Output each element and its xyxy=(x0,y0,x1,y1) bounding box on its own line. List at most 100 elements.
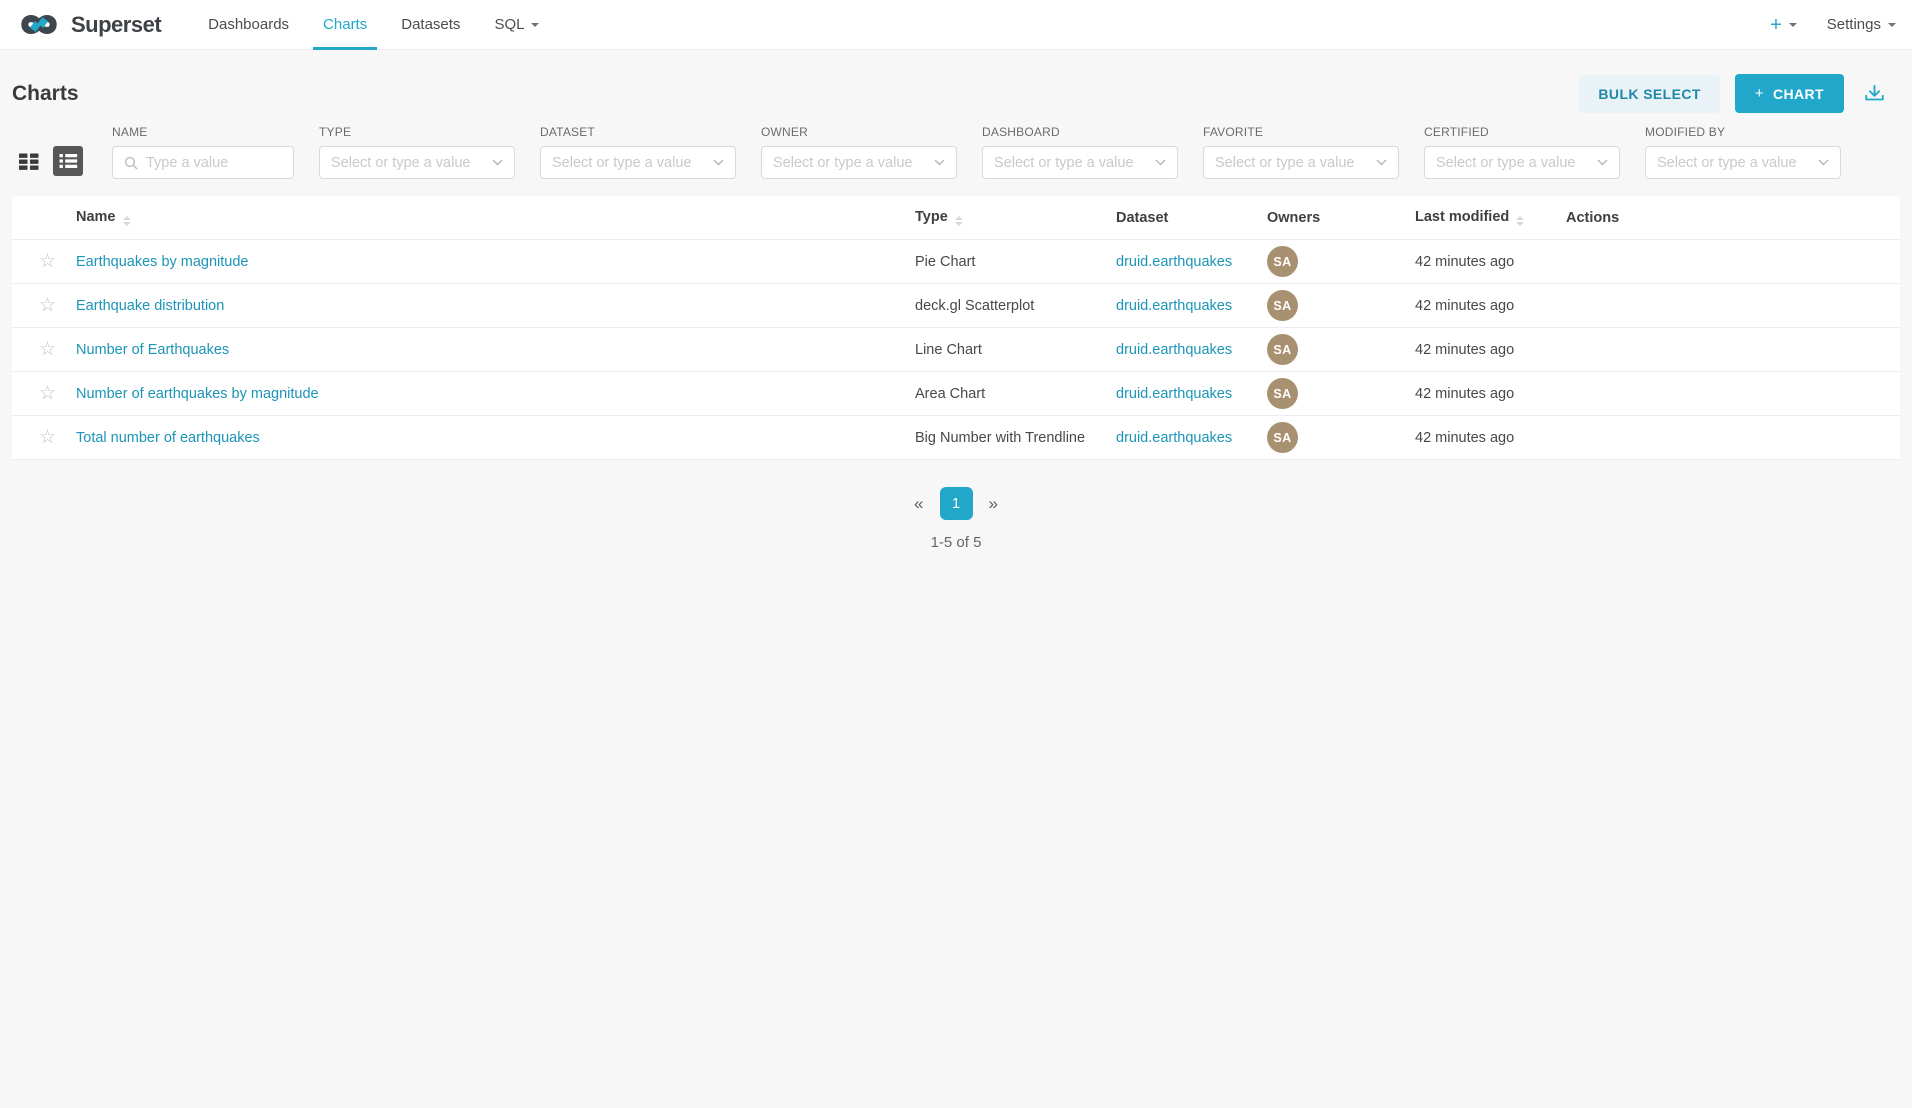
nav-item-sql[interactable]: SQL xyxy=(477,0,556,49)
previous-page-button[interactable]: « xyxy=(914,494,923,514)
chart-type-cell: Big Number with Trendline xyxy=(915,430,1116,446)
certified-filter-select[interactable]: Select or type a value xyxy=(1424,146,1620,179)
table-row: Number of earthquakes by magnitude Area … xyxy=(12,372,1900,416)
chart-name-link[interactable]: Earthquakes by magnitude xyxy=(76,254,249,270)
chevron-down-icon xyxy=(1155,159,1166,166)
filter-certified: CERTIFIED Select or type a value xyxy=(1424,125,1620,179)
chart-name-link[interactable]: Number of Earthquakes xyxy=(76,342,229,358)
owner-avatar: SA xyxy=(1267,422,1298,453)
add-chart-button[interactable]: + CHART xyxy=(1735,74,1844,113)
dataset-link[interactable]: druid.earthquakes xyxy=(1116,254,1232,270)
table-row: Number of Earthquakes Line Chart druid.e… xyxy=(12,328,1900,372)
column-header-owners: Owners xyxy=(1267,210,1415,226)
bulk-select-button[interactable]: BULK SELECT xyxy=(1579,75,1719,113)
page-title: Charts xyxy=(12,82,79,106)
owner-avatar: SA xyxy=(1267,334,1298,365)
type-filter-select[interactable]: Select or type a value xyxy=(319,146,515,179)
filter-label: CERTIFIED xyxy=(1424,125,1620,139)
sort-icon xyxy=(1516,216,1524,226)
superset-logo-icon xyxy=(16,8,62,41)
nav-right: + Settings xyxy=(1770,0,1896,49)
chart-name-link[interactable]: Number of earthquakes by magnitude xyxy=(76,386,319,402)
dataset-filter-select[interactable]: Select or type a value xyxy=(540,146,736,179)
header-actions: BULK SELECT + CHART xyxy=(1579,74,1888,113)
page-header: Charts BULK SELECT + CHART xyxy=(0,50,1912,125)
filter-dashboard: DASHBOARD Select or type a value xyxy=(982,125,1178,179)
next-page-button[interactable]: » xyxy=(989,494,998,514)
filter-modified-by: MODIFIED BY Select or type a value xyxy=(1645,125,1841,179)
favorite-filter-select[interactable]: Select or type a value xyxy=(1203,146,1399,179)
nav-menu: Dashboards Charts Datasets SQL xyxy=(191,0,556,49)
star-icon[interactable] xyxy=(39,296,56,315)
column-header-actions: Actions xyxy=(1566,210,1900,226)
filter-owner: OWNER Select or type a value xyxy=(761,125,957,179)
import-charts-button[interactable] xyxy=(1861,81,1888,107)
nav-item-datasets[interactable]: Datasets xyxy=(384,0,477,49)
filter-label: TYPE xyxy=(319,125,515,139)
dataset-link[interactable]: druid.earthquakes xyxy=(1116,342,1232,358)
list-view-toggle[interactable] xyxy=(53,146,83,176)
chart-type-cell: Line Chart xyxy=(915,342,1116,358)
last-modified-cell: 42 minutes ago xyxy=(1415,386,1566,402)
filter-label: NAME xyxy=(112,125,294,139)
download-icon xyxy=(1863,83,1886,105)
column-header-dataset: Dataset xyxy=(1116,210,1267,226)
card-view-toggle[interactable] xyxy=(17,150,40,173)
star-icon[interactable] xyxy=(39,252,56,271)
filter-type: TYPE Select or type a value xyxy=(319,125,515,179)
star-icon[interactable] xyxy=(39,340,56,359)
settings-menu[interactable]: Settings xyxy=(1827,16,1896,33)
last-modified-cell: 42 minutes ago xyxy=(1415,430,1566,446)
column-header-type[interactable]: Type xyxy=(915,209,1116,226)
owner-avatar: SA xyxy=(1267,378,1298,409)
column-header-last-modified[interactable]: Last modified xyxy=(1415,209,1566,226)
owner-avatar: SA xyxy=(1267,246,1298,277)
table-row: Total number of earthquakes Big Number w… xyxy=(12,416,1900,460)
chevron-down-icon xyxy=(1818,159,1829,166)
new-item-menu[interactable]: + xyxy=(1770,15,1797,35)
chevron-down-icon xyxy=(492,159,503,166)
table-header-row: Name Type Dataset Owners Last modified A… xyxy=(12,196,1900,240)
dataset-link[interactable]: druid.earthquakes xyxy=(1116,386,1232,402)
dashboard-filter-select[interactable]: Select or type a value xyxy=(982,146,1178,179)
nav-item-charts[interactable]: Charts xyxy=(306,0,384,49)
charts-table: Name Type Dataset Owners Last modified A… xyxy=(12,196,1900,460)
chevron-down-icon xyxy=(531,23,539,27)
dataset-link[interactable]: druid.earthquakes xyxy=(1116,430,1232,446)
name-filter-box xyxy=(112,146,294,179)
owner-filter-select[interactable]: Select or type a value xyxy=(761,146,957,179)
chevron-down-icon xyxy=(934,159,945,166)
pagination: « 1 » xyxy=(0,487,1912,520)
chart-name-link[interactable]: Total number of earthquakes xyxy=(76,430,260,446)
filter-label: MODIFIED BY xyxy=(1645,125,1841,139)
chevron-down-icon xyxy=(1888,23,1896,27)
column-header-name[interactable]: Name xyxy=(76,209,915,226)
modified-by-filter-select[interactable]: Select or type a value xyxy=(1645,146,1841,179)
star-icon[interactable] xyxy=(39,384,56,403)
sort-icon xyxy=(123,216,131,226)
pagination-summary: 1-5 of 5 xyxy=(0,534,1912,551)
nav-item-dashboards[interactable]: Dashboards xyxy=(191,0,306,49)
name-filter-input[interactable] xyxy=(146,155,282,171)
owner-avatar: SA xyxy=(1267,290,1298,321)
chevron-down-icon xyxy=(1597,159,1608,166)
last-modified-cell: 42 minutes ago xyxy=(1415,298,1566,314)
filter-label: FAVORITE xyxy=(1203,125,1399,139)
plus-icon: + xyxy=(1770,15,1782,35)
last-modified-cell: 42 minutes ago xyxy=(1415,254,1566,270)
chart-name-link[interactable]: Earthquake distribution xyxy=(76,298,224,314)
table-row: Earthquake distribution deck.gl Scatterp… xyxy=(12,284,1900,328)
chevron-down-icon xyxy=(1376,159,1387,166)
star-icon[interactable] xyxy=(39,428,56,447)
sort-icon xyxy=(955,216,963,226)
dataset-link[interactable]: druid.earthquakes xyxy=(1116,298,1232,314)
filter-label: OWNER xyxy=(761,125,957,139)
superset-brand[interactable]: Superset xyxy=(16,0,161,49)
brand-name: Superset xyxy=(71,12,161,38)
filter-label: DATASET xyxy=(540,125,736,139)
filter-bar: NAME TYPE Select or type a value DATASET… xyxy=(0,125,1912,179)
plus-icon: + xyxy=(1755,85,1764,102)
page-1-button[interactable]: 1 xyxy=(940,487,973,520)
chart-type-cell: Area Chart xyxy=(915,386,1116,402)
last-modified-cell: 42 minutes ago xyxy=(1415,342,1566,358)
